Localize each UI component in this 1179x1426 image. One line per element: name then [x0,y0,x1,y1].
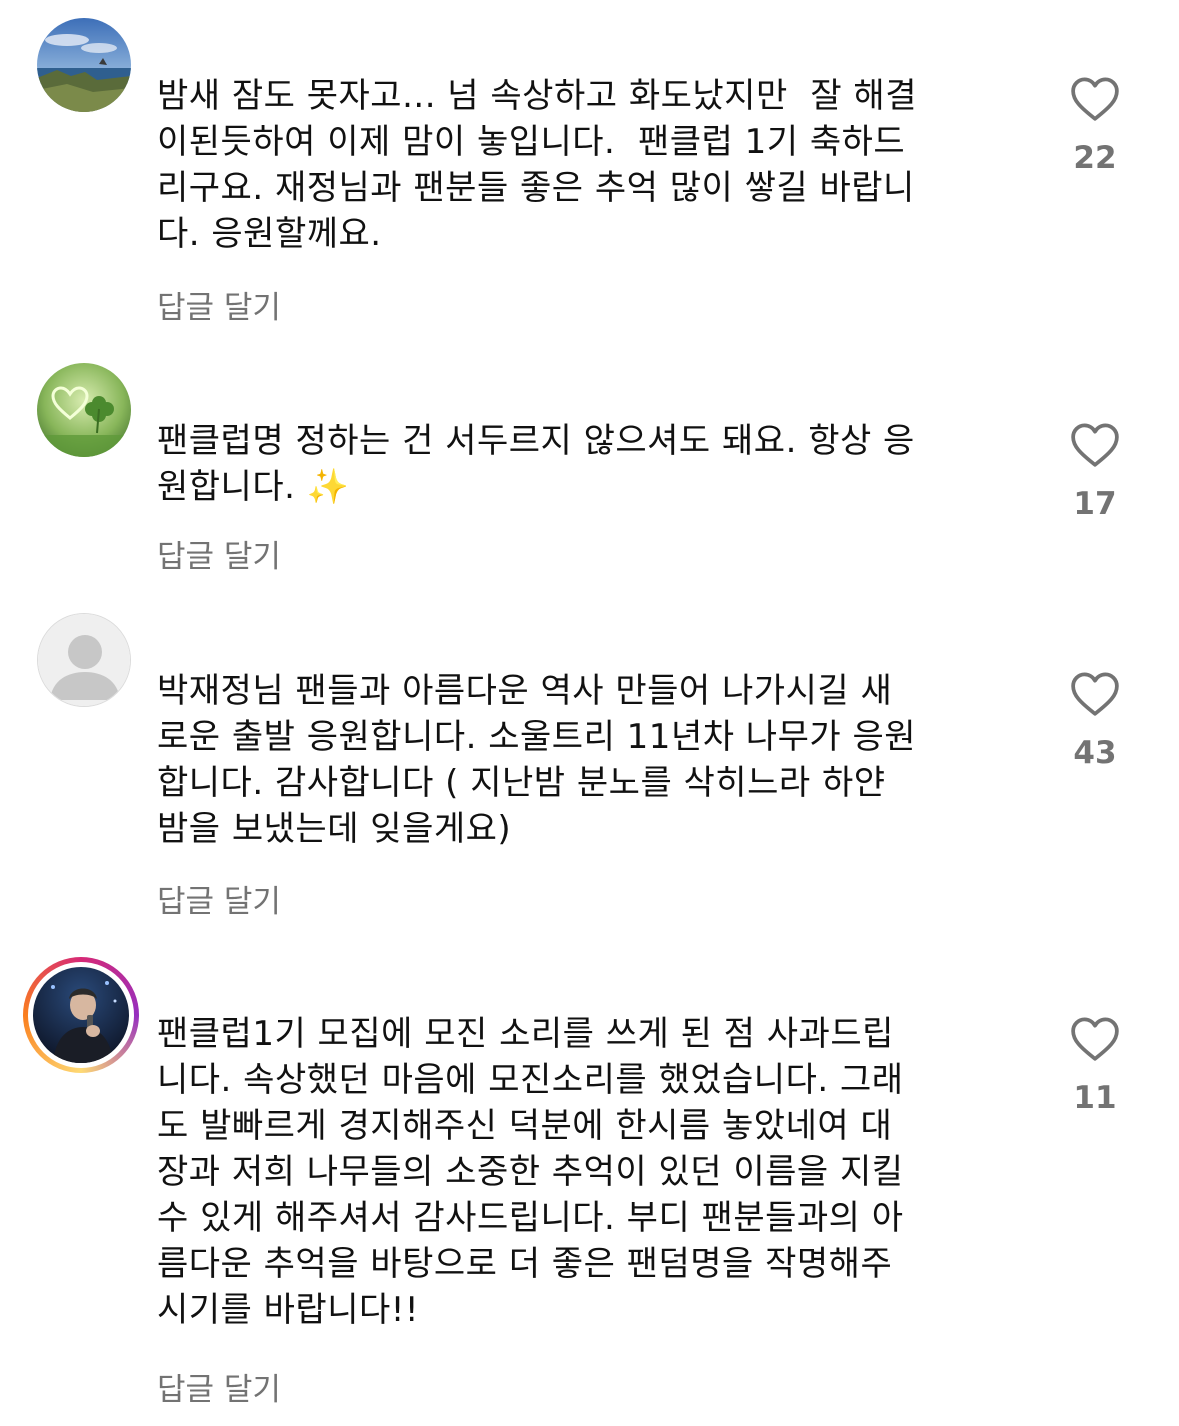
heart-icon[interactable] [1070,671,1120,717]
like-group-4: 11 [1060,1016,1130,1116]
comment-text-3: 박재정님 팬들과 아름다운 역사 만들어 나가시길 새 로운 출발 응원합니다.… [157,671,917,849]
story-ring[interactable] [23,957,139,1073]
comment-text-1: 밤새 잠도 못자고... 넘 속상하고 화도났지만 잘 해결 이된듯하여 이제 … [157,76,917,254]
like-count-3: 43 [1073,735,1117,771]
default-user-icon [38,614,130,706]
like-group-2: 17 [1060,422,1130,522]
reply-button-3[interactable]: 답글 달기 [157,876,281,921]
comment-text-2: 팬클럽명 정하는 건 서두르지 않으셔도 돼요. 항상 응 원합니다. ✨ [157,421,915,507]
user-avatar-4 [33,967,129,1063]
like-count-2: 17 [1073,486,1117,522]
reply-button-1[interactable]: 답글 달기 [157,282,281,327]
like-group-1: 22 [1060,76,1130,176]
reply-button-2[interactable]: 답글 달기 [157,531,281,576]
user-avatar-3[interactable] [37,613,131,707]
heart-icon[interactable] [1070,1016,1120,1062]
landscape-photo-icon [37,18,131,112]
heart-icon[interactable] [1070,76,1120,122]
user-avatar-2[interactable] [37,363,131,457]
like-group-3: 43 [1060,671,1130,771]
user-avatar-1[interactable] [37,18,131,112]
like-count-1: 22 [1073,140,1117,176]
like-count-4: 11 [1073,1080,1117,1116]
reply-button-4[interactable]: 답글 달기 [157,1364,281,1409]
comment-text-4: 팬클럽1기 모집에 모진 소리를 쓰게 된 점 사과드립 니다. 속상했던 마음… [157,1014,904,1330]
heart-icon[interactable] [1070,422,1120,468]
heart-clover-photo-icon [37,363,131,457]
singer-photo-icon [33,967,129,1063]
